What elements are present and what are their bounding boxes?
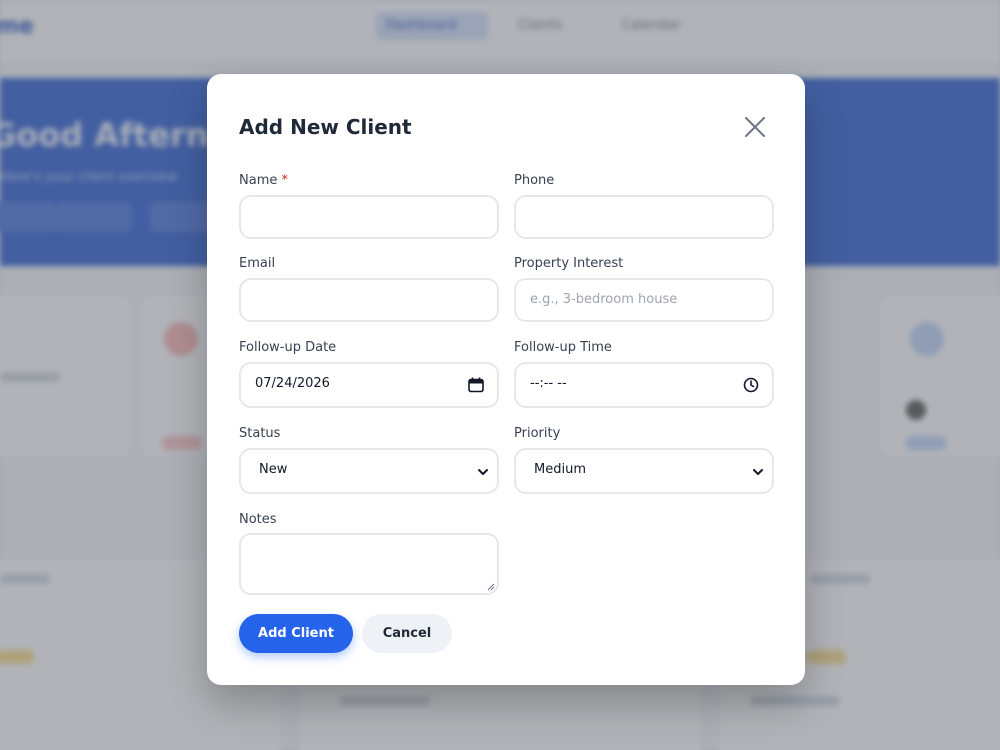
- modal-title: Add New Client: [239, 115, 412, 139]
- priority-field: Priority Medium: [514, 426, 774, 494]
- phone-label: Phone: [514, 173, 555, 188]
- required-mark: *: [281, 173, 289, 188]
- followup-date-input[interactable]: 07/24/2026: [239, 362, 499, 408]
- followup-time-field: Follow-up Time --:-- --: [514, 340, 774, 408]
- status-label: Status: [239, 426, 281, 441]
- property-interest-input[interactable]: e.g., 3-bedroom house: [514, 278, 774, 322]
- name-input[interactable]: [239, 195, 499, 239]
- status-selected-value: New: [259, 462, 288, 477]
- close-icon: [745, 117, 765, 137]
- followup-date-label: Follow-up Date: [239, 340, 337, 355]
- chevron-down-icon: [478, 469, 488, 475]
- followup-date-value: 07/24/2026: [255, 376, 330, 391]
- cancel-button[interactable]: Cancel: [362, 614, 452, 653]
- priority-select[interactable]: Medium: [514, 448, 774, 494]
- add-client-button[interactable]: Add Client: [239, 614, 353, 653]
- add-client-modal: Add New Client Name * Phone Email Proper…: [207, 74, 805, 685]
- phone-field: Phone: [514, 173, 774, 239]
- followup-time-value: --:-- --: [530, 376, 567, 391]
- property-interest-label: Property Interest: [514, 256, 624, 271]
- resize-grip-icon[interactable]: [487, 583, 495, 591]
- notes-textarea[interactable]: [239, 533, 499, 595]
- close-button[interactable]: [740, 112, 770, 142]
- email-label: Email: [239, 256, 276, 271]
- priority-selected-value: Medium: [534, 462, 586, 477]
- name-field: Name *: [239, 173, 499, 239]
- priority-label: Priority: [514, 426, 561, 441]
- notes-label: Notes: [239, 512, 277, 527]
- email-input[interactable]: [239, 278, 499, 322]
- followup-date-field: Follow-up Date 07/24/2026: [239, 340, 499, 408]
- name-label: Name *: [239, 173, 499, 191]
- followup-time-input[interactable]: --:-- --: [514, 362, 774, 408]
- name-label-text: Name: [239, 173, 278, 188]
- status-field: Status New: [239, 426, 499, 494]
- clock-icon[interactable]: [742, 376, 760, 394]
- notes-field: Notes: [239, 512, 499, 595]
- status-select[interactable]: New: [239, 448, 499, 494]
- followup-time-label: Follow-up Time: [514, 340, 612, 355]
- email-field: Email: [239, 256, 499, 322]
- chevron-down-icon: [753, 469, 763, 475]
- phone-input[interactable]: [514, 195, 774, 239]
- calendar-icon[interactable]: [467, 376, 485, 394]
- property-interest-field: Property Interest e.g., 3-bedroom house: [514, 256, 774, 322]
